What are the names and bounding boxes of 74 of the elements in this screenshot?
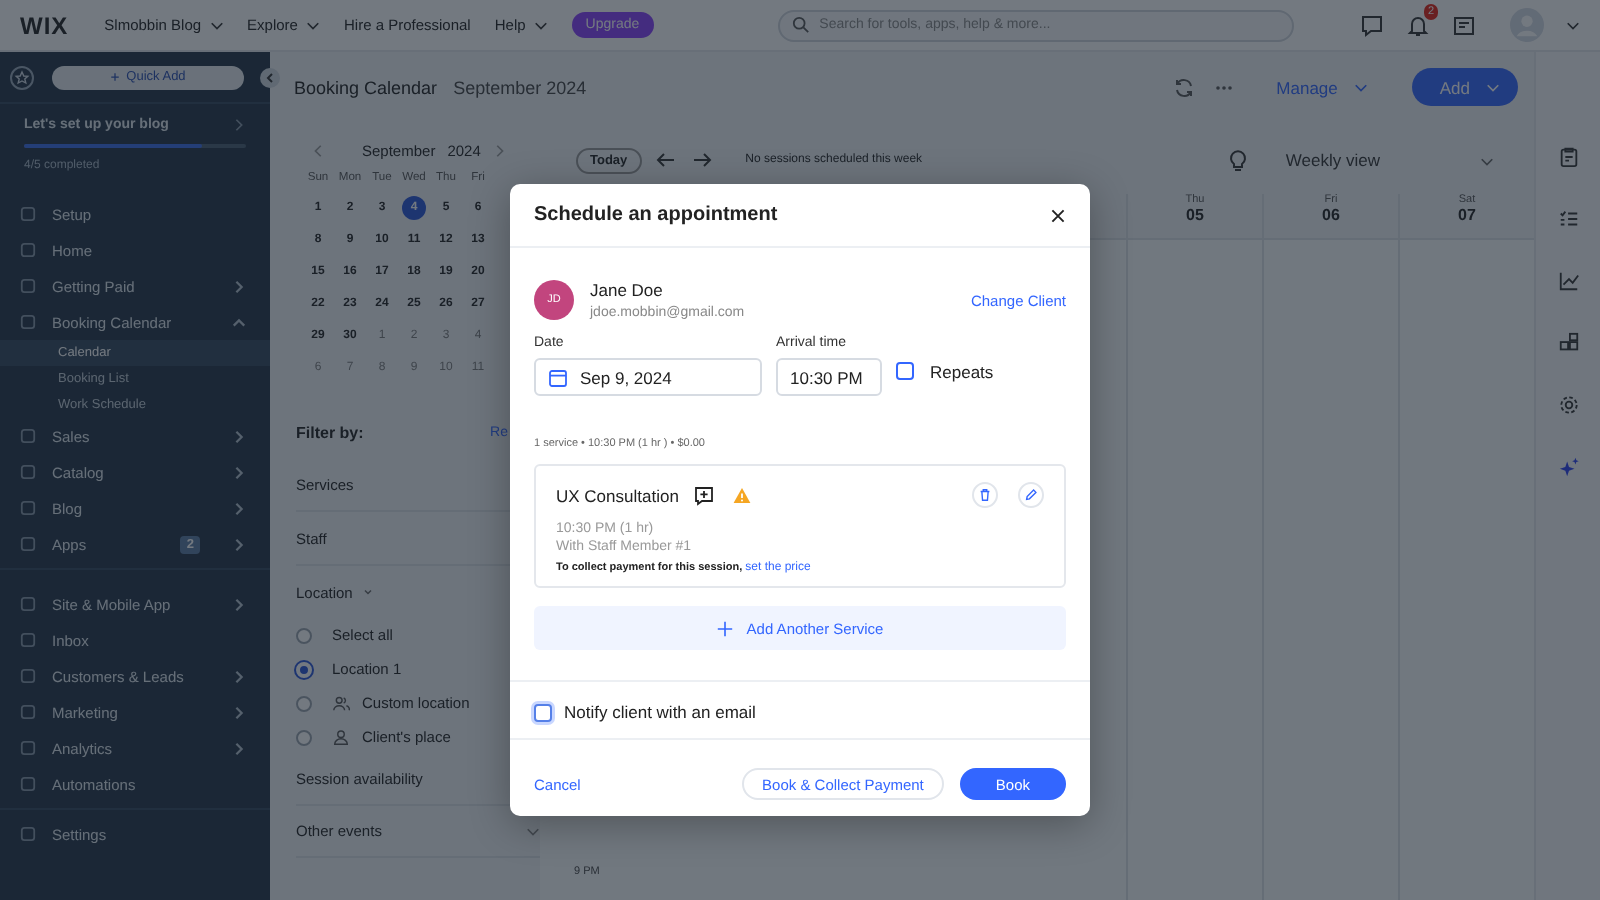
caret-icon xyxy=(1353,80,1368,94)
square-icon xyxy=(20,632,36,648)
page-subtitle: September 2024 xyxy=(453,77,587,97)
client-name: Jane Doe xyxy=(590,280,665,300)
refresh-icon[interactable] xyxy=(1172,75,1197,99)
edit-button[interactable] xyxy=(1018,482,1044,508)
pencil-icon xyxy=(1024,488,1038,502)
delete-button[interactable] xyxy=(972,482,998,508)
square-icon xyxy=(20,776,36,792)
chat-icon[interactable] xyxy=(1360,13,1384,37)
people-icon xyxy=(332,694,350,712)
square-icon xyxy=(20,740,36,756)
chevron-down-icon xyxy=(526,824,540,838)
caret-icon xyxy=(1486,80,1500,94)
repeats-label: Repeats xyxy=(930,361,994,381)
sparkle-icon[interactable] xyxy=(1557,456,1579,478)
notify-label: Notify client with an email xyxy=(564,702,756,722)
square-icon xyxy=(20,536,36,552)
chevron-right-icon xyxy=(232,118,246,132)
day-date: 07 xyxy=(1458,206,1476,224)
day-date: 06 xyxy=(1322,206,1340,224)
square-icon xyxy=(20,500,36,516)
warning-icon xyxy=(732,485,753,505)
bell-icon[interactable] xyxy=(1406,13,1430,37)
square-icon xyxy=(20,704,36,720)
clipboard-icon[interactable] xyxy=(1557,146,1579,168)
close-icon[interactable] xyxy=(1050,207,1066,223)
square-icon xyxy=(20,278,36,294)
trash-icon xyxy=(978,488,992,502)
logo[interactable]: WIX xyxy=(20,11,69,39)
caret-icon xyxy=(362,586,375,598)
square-icon xyxy=(20,826,36,842)
square-icon xyxy=(20,314,36,330)
manage-button[interactable]: Manage xyxy=(1276,77,1368,97)
add-button[interactable]: Add xyxy=(1411,68,1518,106)
radio-button[interactable] xyxy=(296,729,312,745)
plus-icon xyxy=(716,619,735,637)
caret-icon[interactable] xyxy=(1566,18,1580,32)
checkbox[interactable] xyxy=(896,362,914,380)
day-date: 05 xyxy=(1186,206,1204,224)
calendar-icon xyxy=(548,367,568,387)
caret-icon xyxy=(305,18,320,32)
add-note-icon[interactable] xyxy=(694,485,715,505)
square-icon xyxy=(20,668,36,684)
plus-icon xyxy=(110,72,121,82)
checkbox[interactable] xyxy=(534,703,552,721)
square-icon xyxy=(20,206,36,222)
star-icon[interactable] xyxy=(10,65,34,89)
settings-icon[interactable] xyxy=(1557,394,1579,416)
lightbulb-icon[interactable] xyxy=(1225,148,1250,172)
arrow-right-icon[interactable] xyxy=(689,148,714,172)
newspaper-icon[interactable] xyxy=(1452,13,1476,37)
collapse-icon[interactable] xyxy=(260,67,280,87)
arrow-left-icon[interactable] xyxy=(653,148,678,172)
view-dropdown[interactable]: Weekly view xyxy=(1285,150,1494,170)
square-icon xyxy=(20,464,36,480)
page-title: Booking Calendar xyxy=(294,77,438,97)
dialog-title: Schedule an appointment xyxy=(534,204,778,226)
radio-button[interactable] xyxy=(296,695,312,711)
date-field[interactable]: Sep 9, 2024 xyxy=(534,358,762,396)
square-icon xyxy=(20,242,36,258)
person-icon xyxy=(332,728,350,746)
radio-button[interactable] xyxy=(296,627,312,643)
time-field[interactable]: 10:30 PM xyxy=(776,358,882,396)
caret-icon xyxy=(209,18,224,32)
search-icon xyxy=(791,16,810,34)
square-icon xyxy=(20,428,36,444)
chart-icon[interactable] xyxy=(1557,270,1579,292)
square-icon xyxy=(20,596,36,612)
widgets-icon[interactable] xyxy=(1557,332,1579,354)
caret-icon xyxy=(1480,153,1494,167)
filter-title: Filter by: xyxy=(296,424,364,442)
checklist-icon[interactable] xyxy=(1557,208,1579,230)
caret-icon xyxy=(533,18,548,32)
